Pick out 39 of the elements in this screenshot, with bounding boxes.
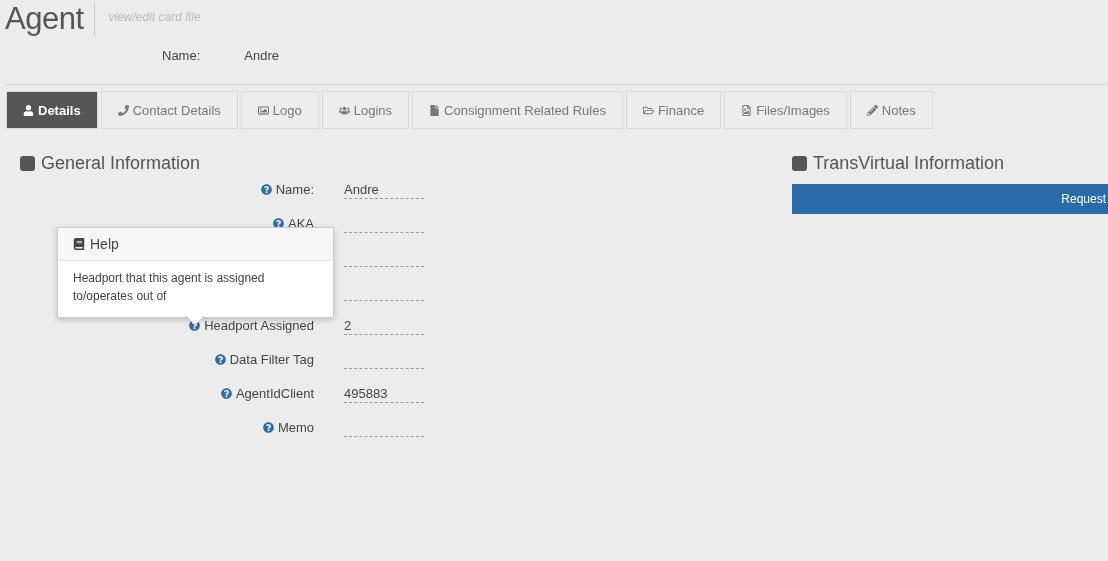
page-title: Agent — [5, 2, 95, 36]
field-value[interactable]: 495883 — [344, 384, 424, 403]
name-value: Andre — [244, 48, 279, 65]
field-label: Headport Assigned — [204, 318, 314, 333]
field-label: Memo — [277, 420, 314, 435]
help-icon[interactable] — [220, 388, 232, 399]
pencil-icon — [866, 104, 878, 116]
tab[interactable]: Files/Images — [724, 91, 847, 129]
tab[interactable]: Details — [6, 91, 98, 129]
popover-text: Headport that this agent is assigned to/operates out of — [73, 271, 265, 303]
tab[interactable]: Consignment Related Rules — [412, 91, 623, 129]
field-label: Name: — [275, 182, 314, 197]
folder-icon — [642, 104, 654, 116]
file-image-icon — [741, 104, 753, 116]
field-value[interactable]: Andre — [344, 180, 424, 199]
user-icon — [23, 104, 34, 116]
help-icon[interactable] — [262, 422, 274, 433]
section-square-icon — [20, 155, 35, 171]
file-icon — [429, 104, 441, 116]
help-icon[interactable] — [214, 354, 226, 365]
name-label: Name: — [162, 48, 201, 65]
section-square-icon — [792, 155, 807, 171]
field-label: Data Filter Tag — [229, 352, 314, 367]
tab[interactable]: Logo — [240, 91, 319, 129]
book-icon — [73, 238, 85, 250]
tab[interactable]: Logins — [321, 91, 410, 129]
image-icon — [257, 104, 269, 116]
popover-title: Help — [90, 236, 119, 252]
field-value[interactable]: 2 — [344, 316, 424, 335]
field-label: AgentIdClient — [235, 386, 314, 401]
tab[interactable]: Notes — [849, 91, 933, 129]
section-title: General Information — [41, 152, 201, 174]
tab[interactable]: Contact Details — [100, 91, 238, 129]
tab[interactable]: Finance — [625, 91, 722, 129]
help-icon[interactable] — [260, 184, 272, 195]
users-icon — [338, 104, 350, 116]
section-title: TransVirtual Information — [813, 152, 1005, 174]
request-button[interactable]: Request — [792, 184, 1108, 214]
phone-icon — [117, 104, 129, 116]
